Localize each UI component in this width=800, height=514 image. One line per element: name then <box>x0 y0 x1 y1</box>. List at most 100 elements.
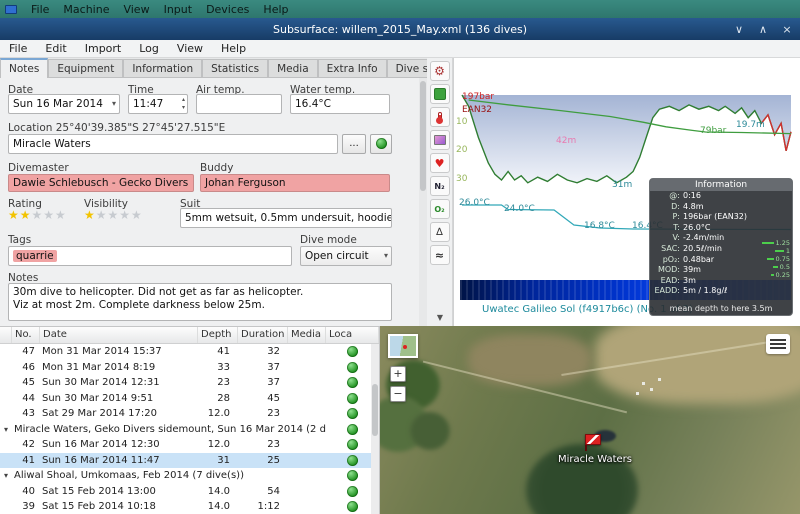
satellite-map[interactable]: + − Miracle Waters <box>380 326 800 514</box>
location-globe-icon <box>347 486 358 497</box>
menu-import[interactable]: Import <box>76 42 131 55</box>
dive-flag-marker[interactable] <box>585 434 601 445</box>
dive-list-scrollbar[interactable] <box>371 344 379 514</box>
menu-view[interactable]: View <box>168 42 212 55</box>
col-location[interactable]: Loca <box>326 327 379 343</box>
app-menubar: File Edit Import Log View Help <box>0 40 800 58</box>
col-depth[interactable]: Depth <box>198 327 238 343</box>
scale-toggle-button[interactable] <box>430 84 450 104</box>
tissues-toggle-button[interactable]: ≈ <box>430 245 450 265</box>
water-temp-field[interactable]: 16.4°C <box>290 94 390 114</box>
profile-info-box: Information @:0:16 D:4.8m P:196bar (EAN3… <box>649 178 793 316</box>
suit-field[interactable]: 5mm wetsuit, 0.5mm undersuit, hoodie <box>180 208 392 228</box>
maximize-button[interactable]: ∧ <box>756 23 770 36</box>
menu-log[interactable]: Log <box>130 42 168 55</box>
col-media[interactable]: Media <box>288 327 326 343</box>
col-date[interactable]: Date <box>40 327 198 343</box>
location-globe-icon <box>347 439 358 450</box>
map-menu-button[interactable] <box>766 334 790 354</box>
air-temp-field[interactable] <box>196 94 282 114</box>
trip-group-row[interactable]: ▾ Aliwal Shoal, Umkomaas, Feb 2014 (7 di… <box>0 468 379 484</box>
heart-rate-toggle-button[interactable]: ♥ <box>430 153 450 173</box>
dive-row[interactable]: 39Sat 15 Feb 2014 10:1814.01:12 <box>0 499 379 514</box>
oxygen-graph-button[interactable]: O₂ <box>430 199 450 219</box>
depth-tick-30: 30 <box>456 174 467 184</box>
menu-help[interactable]: Help <box>212 42 255 55</box>
date-field[interactable]: Sun 16 Mar 2014 ▾ <box>8 94 120 114</box>
location-globe-icon <box>347 470 358 481</box>
location-more-button[interactable]: ... <box>342 134 366 154</box>
temp-label-1: 26.0°C <box>459 198 490 208</box>
dive-row[interactable]: 44Sun 30 Mar 2014 9:512845 <box>0 391 379 407</box>
zoom-in-button[interactable]: + <box>390 366 406 382</box>
vm-menu-input[interactable]: Input <box>157 3 199 16</box>
start-pressure-label: 197bar <box>462 92 494 102</box>
titlebar[interactable]: Subsurface: willem_2015_May.xml (136 div… <box>0 18 800 40</box>
position-dot <box>403 345 407 349</box>
max-depth-label: 31m <box>612 180 632 190</box>
vm-menu-help[interactable]: Help <box>256 3 295 16</box>
dive-row[interactable]: 46Mon 31 Mar 2014 8:193337 <box>0 360 379 376</box>
location-field[interactable]: Miracle Waters <box>8 134 338 154</box>
time-field[interactable]: 11:47 ▴▾ <box>128 94 188 114</box>
nitrogen-graph-button[interactable]: N₂ <box>430 176 450 196</box>
location-globe-button[interactable] <box>370 134 392 154</box>
spinner-icons[interactable]: ▴▾ <box>182 96 185 112</box>
map-overview-inset[interactable] <box>388 334 418 358</box>
dive-row[interactable]: 42Sun 16 Mar 2014 12:3012.023 <box>0 437 379 453</box>
application-window: File Machine View Input Devices Help Sub… <box>0 0 800 514</box>
scrollbar-thumb[interactable] <box>420 81 426 191</box>
gas-label: EAN32 <box>462 105 492 115</box>
dive-row[interactable]: 43Sat 29 Mar 2014 17:2012.023 <box>0 406 379 422</box>
chevron-down-icon: ▾ <box>384 251 388 260</box>
tags-field[interactable]: quarrie <box>8 246 292 266</box>
notes-textarea[interactable]: 30m dive to helicopter. Did not get as f… <box>8 283 392 321</box>
building-dot <box>650 388 653 391</box>
scrollbar-thumb[interactable] <box>372 384 378 436</box>
minimize-button[interactable]: ∨ <box>732 23 746 36</box>
profile-settings-button[interactable]: ⚙ <box>430 61 450 81</box>
globe-icon <box>376 138 387 149</box>
tab-equipment[interactable]: Equipment <box>48 59 123 77</box>
photos-toggle-button[interactable] <box>430 130 450 150</box>
dive-profile-chart[interactable]: 197bar EAN32 10 20 30 42m 31m 79bar 19.7… <box>453 58 800 326</box>
tab-information[interactable]: Information <box>123 59 202 77</box>
tab-extra-info[interactable]: Extra Info <box>318 59 387 77</box>
temperature-toggle-button[interactable] <box>430 107 450 127</box>
trip-group-row[interactable]: ▾ Miracle Waters, Geko Divers sidemount,… <box>0 422 379 438</box>
close-button[interactable]: × <box>780 23 794 36</box>
divemaster-label: Divemaster <box>8 162 69 174</box>
col-duration[interactable]: Duration <box>238 327 288 343</box>
dive-mode-select[interactable]: Open circuit ▾ <box>300 246 392 266</box>
location-globe-icon <box>347 346 358 357</box>
zoom-out-button[interactable]: − <box>390 386 406 402</box>
tab-notes[interactable]: Notes <box>0 58 48 78</box>
toolbar-scroll-down-button[interactable]: ▼ <box>427 313 453 322</box>
menu-edit[interactable]: Edit <box>36 42 75 55</box>
group-expander-icon[interactable]: ▾ <box>0 422 12 437</box>
depth-marker-label: 42m <box>556 136 576 146</box>
tab-statistics[interactable]: Statistics <box>202 59 268 77</box>
gear-icon: ⚙ <box>434 64 445 78</box>
vm-menu-view[interactable]: View <box>116 3 156 16</box>
divemaster-field[interactable]: Dawie Schlebusch - Gecko Divers <box>8 174 194 192</box>
visibility-stars[interactable]: ★★★★★ <box>84 208 143 222</box>
menu-file[interactable]: File <box>0 42 36 55</box>
location-globe-icon <box>347 424 358 435</box>
dive-row[interactable]: 47Mon 31 Mar 2014 15:374132 <box>0 344 379 360</box>
vm-menu-devices[interactable]: Devices <box>199 3 256 16</box>
buddy-field[interactable]: Johan Ferguson <box>200 174 390 192</box>
dive-row-selected[interactable]: 41Sun 16 Mar 2014 11:473125 <box>0 453 379 469</box>
notes-scrollbar[interactable] <box>419 78 427 326</box>
vm-menu-file[interactable]: File <box>24 3 56 16</box>
location-globe-icon <box>347 455 358 466</box>
dive-row[interactable]: 40Sat 15 Feb 2014 13:0014.054 <box>0 484 379 500</box>
ceiling-toggle-button[interactable]: ∆ <box>430 222 450 242</box>
group-expander-icon[interactable]: ▾ <box>0 468 12 483</box>
rating-stars[interactable]: ★★★★★ <box>8 208 67 222</box>
dive-row[interactable]: 45Sun 30 Mar 2014 12:312337 <box>0 375 379 391</box>
vm-menu-machine[interactable]: Machine <box>56 3 116 16</box>
tag-chip: quarrie <box>13 250 57 262</box>
tab-media[interactable]: Media <box>268 59 318 77</box>
col-no[interactable]: No. <box>12 327 40 343</box>
